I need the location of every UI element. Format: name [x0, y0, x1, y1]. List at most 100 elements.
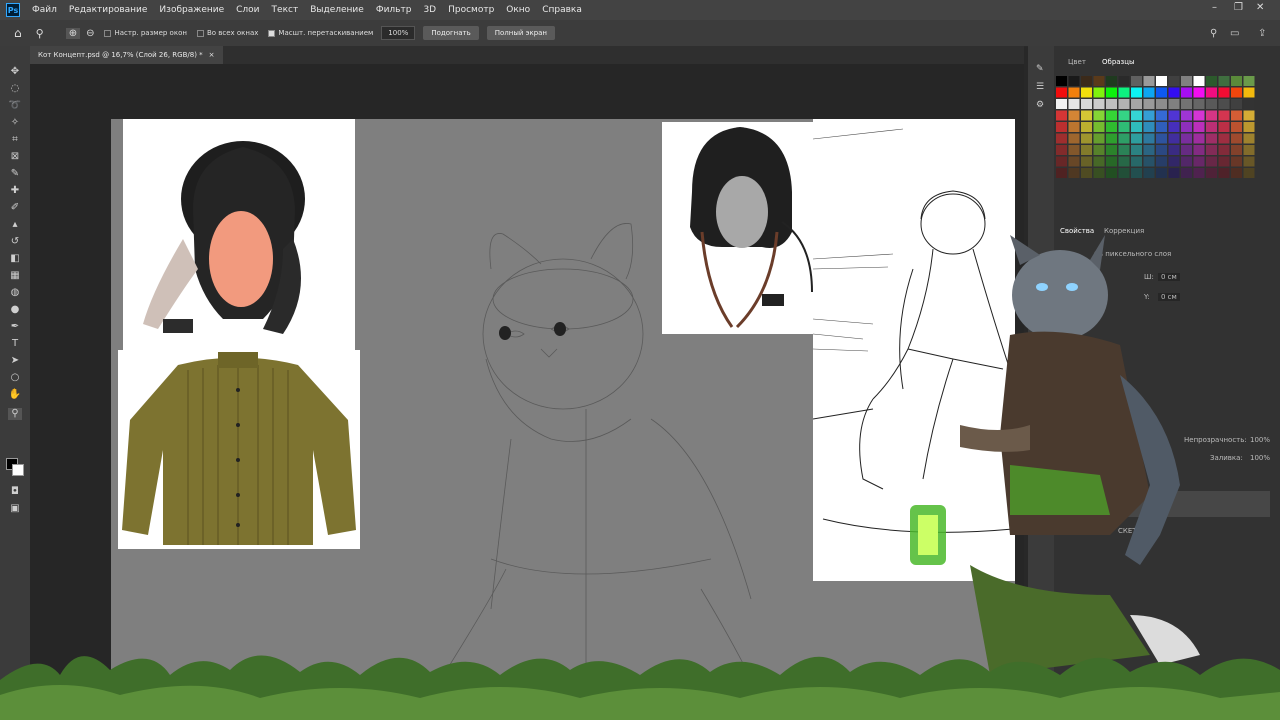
swatch[interactable] [1206, 145, 1217, 155]
tab-adjustments[interactable]: Коррекция [1104, 227, 1144, 235]
fit-screen-button[interactable]: Подогнать [423, 26, 479, 40]
crop-tool-icon[interactable]: ⌗ [8, 134, 22, 146]
path-select-icon[interactable]: ➤ [8, 355, 22, 367]
swatch[interactable] [1206, 122, 1217, 132]
swatch[interactable] [1243, 99, 1255, 109]
swatch[interactable] [1218, 110, 1230, 121]
swatch[interactable] [1068, 122, 1080, 132]
dodge-tool-icon[interactable]: ● [8, 304, 22, 316]
swatch[interactable] [1231, 122, 1242, 132]
swatch[interactable] [1143, 122, 1155, 132]
swatch[interactable] [1231, 99, 1242, 109]
swatch[interactable] [1243, 156, 1255, 167]
swatch[interactable] [1131, 168, 1142, 178]
zoom-out-icon[interactable]: ⊖ [86, 28, 94, 39]
swatch[interactable] [1118, 110, 1130, 121]
menu-window[interactable]: Окно [500, 5, 536, 15]
stamp-tool-icon[interactable]: ▴ [8, 219, 22, 231]
swatch[interactable] [1168, 122, 1180, 132]
swatch[interactable] [1118, 99, 1130, 109]
history-panel-icon[interactable]: ✎ [1036, 64, 1044, 74]
swatch[interactable] [1181, 76, 1192, 86]
swatch[interactable] [1193, 122, 1205, 132]
swatch[interactable] [1181, 168, 1192, 178]
swatch[interactable] [1081, 76, 1092, 86]
swatch[interactable] [1106, 99, 1117, 109]
swatch[interactable] [1243, 133, 1255, 144]
swatch[interactable] [1143, 87, 1155, 98]
swatch[interactable] [1206, 156, 1217, 167]
swatch[interactable] [1156, 99, 1167, 109]
home-icon[interactable]: ⌂ [14, 26, 22, 40]
resize-windows-checkbox[interactable]: Настр. размер окон [104, 29, 187, 37]
swatch[interactable] [1168, 76, 1180, 86]
swatch[interactable] [1156, 168, 1167, 178]
swatch[interactable] [1106, 122, 1117, 132]
swatch[interactable] [1193, 156, 1205, 167]
swatch[interactable] [1231, 145, 1242, 155]
hand-tool-icon[interactable]: ✋ [8, 389, 22, 401]
swatch[interactable] [1056, 110, 1067, 121]
zoom-in-icon[interactable]: ⊕ [65, 27, 81, 39]
swatch[interactable] [1106, 110, 1117, 121]
swatch[interactable] [1131, 145, 1142, 155]
brush-settings-icon[interactable]: ⚙ [1036, 100, 1044, 110]
close-tab-icon[interactable]: × [209, 51, 215, 59]
menu-edit[interactable]: Редактирование [63, 5, 154, 15]
swatch[interactable] [1231, 110, 1242, 121]
swatch[interactable] [1206, 168, 1217, 178]
swatch[interactable] [1131, 156, 1142, 167]
menu-filter[interactable]: Фильтр [370, 5, 418, 15]
swatch[interactable] [1068, 99, 1080, 109]
zoom-tool-active-icon[interactable]: ⚲ [8, 408, 22, 420]
healing-brush-icon[interactable]: ✚ [8, 185, 22, 197]
swatch[interactable] [1168, 133, 1180, 144]
swatch[interactable] [1181, 133, 1192, 144]
swatch[interactable] [1218, 168, 1230, 178]
menu-view[interactable]: Просмотр [442, 5, 500, 15]
zoom-tool-icon[interactable]: ⚲ [36, 27, 44, 40]
close-window-button[interactable]: ✕ [1256, 2, 1264, 13]
swatch[interactable] [1118, 122, 1130, 132]
swatch[interactable] [1056, 145, 1067, 155]
swatch[interactable] [1056, 122, 1067, 132]
swatch[interactable] [1206, 110, 1217, 121]
swatch[interactable] [1218, 122, 1230, 132]
swatch[interactable] [1193, 145, 1205, 155]
swatch[interactable] [1093, 99, 1105, 109]
quick-mask-icon[interactable]: ◘ [8, 486, 22, 498]
eraser-tool-icon[interactable]: ◧ [8, 253, 22, 265]
swatch[interactable] [1243, 122, 1255, 132]
swatch[interactable] [1131, 110, 1142, 121]
swatch[interactable] [1181, 99, 1192, 109]
swatch[interactable] [1093, 133, 1105, 144]
swatch[interactable] [1156, 133, 1167, 144]
swatch[interactable] [1143, 110, 1155, 121]
swatch[interactable] [1106, 168, 1117, 178]
swatch[interactable] [1231, 76, 1242, 86]
swatch[interactable] [1143, 133, 1155, 144]
swatch[interactable] [1218, 76, 1230, 86]
swatch[interactable] [1231, 156, 1242, 167]
swatch[interactable] [1243, 110, 1255, 121]
swatch[interactable] [1081, 122, 1092, 132]
zoom-value-field[interactable]: 100% [381, 26, 416, 40]
swatch[interactable] [1243, 76, 1255, 86]
swatch[interactable] [1156, 76, 1167, 86]
swatch[interactable] [1218, 87, 1230, 98]
swatch[interactable] [1056, 87, 1067, 98]
swatch[interactable] [1093, 122, 1105, 132]
move-tool-icon[interactable]: ✥ [8, 66, 22, 78]
swatch[interactable] [1181, 87, 1192, 98]
shape-tool-icon[interactable]: ○ [8, 372, 22, 384]
swatch[interactable] [1193, 110, 1205, 121]
swatch[interactable] [1206, 133, 1217, 144]
swatch[interactable] [1118, 87, 1130, 98]
swatch[interactable] [1093, 76, 1105, 86]
swatch[interactable] [1218, 156, 1230, 167]
screen-mode-icon[interactable]: ▣ [8, 503, 22, 515]
swatch[interactable] [1056, 168, 1067, 178]
swatch[interactable] [1243, 87, 1255, 98]
swatch[interactable] [1131, 122, 1142, 132]
swatch[interactable] [1093, 145, 1105, 155]
